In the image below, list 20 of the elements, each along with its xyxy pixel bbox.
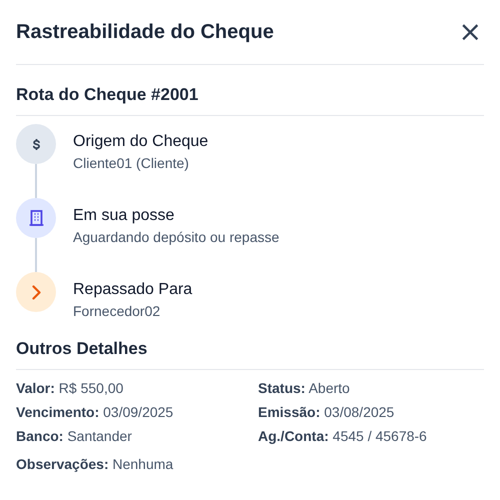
building-icon [28,210,44,226]
step-title: Origem do Cheque [73,133,208,151]
detail-text: Status: Aberto [258,380,351,396]
detail-text: Ag./Conta: 4545 / 45678-6 [258,428,428,444]
step-subtitle: Aguardando depósito ou repasse [73,229,280,245]
dialog-title: Rastreabilidade do Cheque [16,20,274,44]
detail-text: Vencimento: 03/09/2025 [16,404,174,420]
step-title: Repassado Para [73,281,192,299]
step-subtitle: Fornecedor02 [73,303,162,319]
detail-text: Banco: Santander [16,428,133,444]
detail-text: Emissão: 03/08/2025 [258,404,396,420]
step-title: Em sua posse [73,207,176,225]
chevron-right-icon [32,284,40,300]
detail-text: Valor: R$ 550,00 [16,380,124,396]
section-title: Rota do Cheque #2001 [16,84,200,106]
section-title: Outros Detalhes [16,338,148,360]
detail-text: Observações: Nenhuma [16,456,174,472]
dollar-icon [32,138,40,150]
close-button[interactable]: × [456,18,484,46]
step-subtitle: Cliente01 (Cliente) [73,155,190,171]
